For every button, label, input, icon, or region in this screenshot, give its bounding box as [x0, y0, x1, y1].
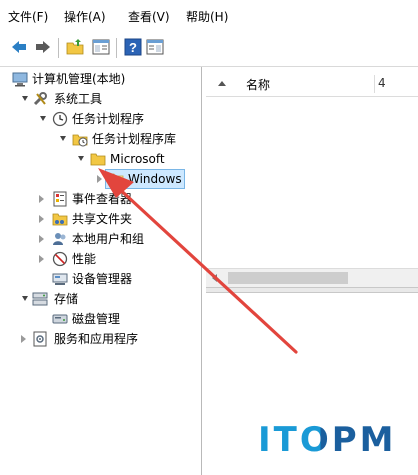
show-hide-tree-icon[interactable]: [92, 38, 110, 56]
tree-item-label: 存储: [54, 292, 79, 306]
tree-item-task-scheduler-library[interactable]: 任务计划程序库: [0, 129, 200, 149]
menu-help[interactable]: 帮助(H): [186, 8, 228, 25]
back-arrow-icon[interactable]: [10, 38, 28, 56]
tree-item-microsoft-folder[interactable]: Microsoft: [0, 149, 200, 169]
menu-bar: 文件(F) 操作(A) 查看(V) 帮助(H): [0, 0, 418, 31]
storage-icon: [32, 291, 48, 307]
tree-item-local-users-groups[interactable]: 本地用户和组: [0, 229, 200, 249]
tree-item-disk-management[interactable]: 磁盘管理: [0, 309, 200, 329]
scroll-left-button[interactable]: [206, 269, 224, 287]
menu-file[interactable]: 文件(F): [8, 8, 48, 25]
tree-item-label: Microsoft: [110, 152, 165, 166]
tree-item-services-applications[interactable]: 服务和应用程序: [0, 329, 200, 349]
scrollbar-thumb[interactable]: [228, 272, 348, 284]
shared-folder-icon: [52, 211, 68, 227]
tree-item-system-tools[interactable]: 系统工具: [0, 89, 200, 109]
folder-icon: [90, 151, 106, 167]
collapse-toggle-icon[interactable]: [58, 129, 68, 149]
up-folder-icon[interactable]: [66, 38, 84, 56]
tree-item-label: 本地用户和组: [72, 232, 145, 246]
tree-item-label: 磁盘管理: [72, 312, 121, 326]
tree-item-label: 设备管理器: [72, 272, 133, 286]
toolbar-separator: [116, 38, 117, 58]
expand-toggle-icon[interactable]: [18, 329, 28, 349]
watermark: ITOPM: [258, 420, 397, 460]
help-icon[interactable]: ?: [124, 38, 142, 56]
expand-toggle-icon[interactable]: [36, 209, 46, 229]
computer-management-icon: [12, 71, 28, 87]
forward-arrow-icon[interactable]: [34, 38, 52, 56]
device-manager-icon: [52, 271, 68, 287]
tree-item-label: 系统工具: [54, 92, 103, 106]
collapse-toggle-icon[interactable]: [20, 289, 30, 309]
tree-item-label: 服务和应用程序: [54, 332, 139, 346]
tree-item-storage[interactable]: 存储: [0, 289, 200, 309]
users-icon: [52, 231, 68, 247]
tree-item-label: 事件查看器: [72, 192, 133, 206]
tree-item-label: Windows: [128, 172, 182, 186]
performance-icon: [52, 251, 68, 267]
tree-item-label: 计算机管理(本地): [32, 72, 126, 86]
horizontal-scrollbar[interactable]: [206, 268, 418, 287]
event-viewer-icon: [52, 191, 68, 207]
tree-item-label: 性能: [72, 252, 97, 266]
services-icon: [32, 331, 48, 347]
column-header-name[interactable]: 名称: [246, 76, 270, 93]
tree-item-label: 共享文件夹: [72, 212, 133, 226]
tree-item-performance[interactable]: 性能: [0, 249, 200, 269]
folder-clock-icon: [72, 131, 88, 147]
column-separator[interactable]: [374, 75, 375, 93]
tools-icon: [32, 91, 48, 107]
tree-item-label: 任务计划程序: [72, 112, 145, 126]
disk-icon: [52, 311, 68, 327]
list-header: 名称 4: [206, 72, 418, 97]
toolbar: ?: [0, 30, 418, 67]
expand-toggle-icon[interactable]: [36, 249, 46, 269]
tree-item-shared-folders[interactable]: 共享文件夹: [0, 209, 200, 229]
expand-toggle-icon[interactable]: [36, 189, 46, 209]
clock-icon: [52, 111, 68, 127]
tree-item-windows-folder[interactable]: Windows: [0, 169, 200, 189]
svg-text:?: ?: [129, 40, 137, 55]
expand-toggle-icon[interactable]: [94, 169, 104, 189]
collapse-toggle-icon[interactable]: [76, 149, 86, 169]
expand-toggle-icon[interactable]: [36, 229, 46, 249]
column-header-status[interactable]: 4: [378, 76, 386, 90]
watermark-text: ITOPM: [258, 420, 397, 460]
tree-item-device-manager[interactable]: 设备管理器: [0, 269, 200, 289]
navigation-tree-pane: 计算机管理(本地) 系统工具 任务计划程序 任务计划程序库 Microsoft: [0, 67, 202, 475]
tree-item-task-scheduler[interactable]: 任务计划程序: [0, 109, 200, 129]
tree-item-computer-management[interactable]: 计算机管理(本地): [0, 69, 200, 89]
tree-item-event-viewer[interactable]: 事件查看器: [0, 189, 200, 209]
toolbar-separator: [58, 38, 59, 58]
collapse-toggle-icon[interactable]: [20, 89, 30, 109]
tree-item-label: 任务计划程序库: [92, 132, 177, 146]
properties-pane-icon[interactable]: [146, 38, 164, 56]
folder-icon: [108, 171, 124, 187]
menu-action[interactable]: 操作(A): [64, 8, 106, 25]
sort-ascending-icon[interactable]: [218, 81, 226, 86]
collapse-toggle-icon[interactable]: [38, 109, 48, 129]
menu-view[interactable]: 查看(V): [128, 8, 170, 25]
